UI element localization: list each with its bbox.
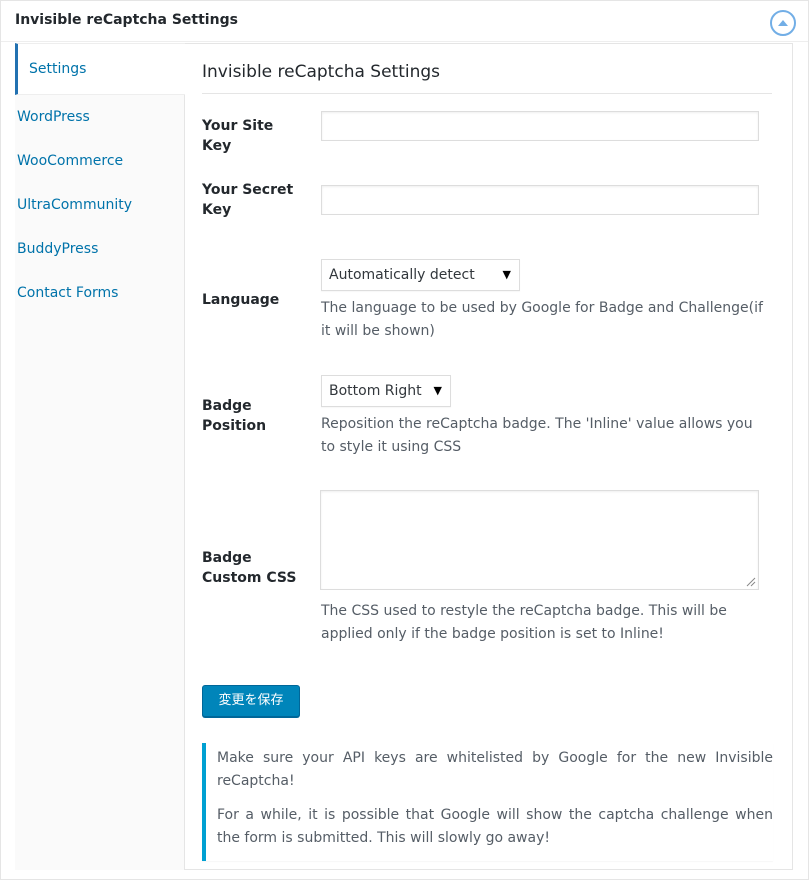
panel-title: Invisible reCaptcha Settings	[202, 62, 441, 82]
badge-position-select[interactable]: Bottom Right ▼	[321, 375, 451, 407]
resize-grip-icon[interactable]	[746, 577, 756, 587]
settings-panel: Invisible reCaptcha Settings Your Site K…	[185, 43, 793, 870]
badge-css-label: Badge Custom CSS	[202, 550, 297, 586]
secret-key-label: Your Secret Key	[202, 182, 294, 218]
tab-settings[interactable]: Settings	[15, 43, 185, 95]
site-key-label: Your Site Key	[202, 118, 274, 154]
tab-ultracommunity[interactable]: UltraCommunity	[15, 183, 184, 227]
notice-text-1: Make sure your API keys are whitelisted …	[217, 750, 773, 789]
language-description: The language to be used by Google for Ba…	[321, 300, 763, 339]
language-label: Language	[202, 292, 280, 308]
dropdown-arrow-icon: ▼	[433, 384, 442, 397]
api-keys-notice: Make sure your API keys are whitelisted …	[202, 743, 773, 861]
collapse-toggle-button[interactable]	[770, 10, 796, 36]
secret-key-input[interactable]	[321, 185, 759, 215]
chevron-up-icon	[778, 20, 788, 26]
language-selected-value: Automatically detect	[329, 267, 475, 283]
title-divider	[202, 93, 772, 94]
postbox-header: Invisible reCaptcha Settings	[1, 1, 808, 42]
postbox-title: Invisible reCaptcha Settings	[15, 12, 238, 28]
settings-tabs: Settings WordPress WooCommerce UltraComm…	[15, 43, 185, 870]
postbox-inside: Settings WordPress WooCommerce UltraComm…	[15, 43, 793, 870]
notice-text-2: For a while, it is possible that Google …	[217, 807, 773, 846]
badge-position-label: Badge Position	[202, 398, 267, 434]
tab-woocommerce[interactable]: WooCommerce	[15, 139, 184, 183]
dropdown-arrow-icon: ▼	[502, 268, 511, 281]
badge-position-selected-value: Bottom Right	[329, 383, 422, 399]
badge-position-description: Reposition the reCaptcha badge. The 'Inl…	[321, 416, 753, 455]
tab-buddypress[interactable]: BuddyPress	[15, 227, 184, 271]
save-changes-button[interactable]: 変更を保存	[202, 685, 300, 717]
language-select[interactable]: Automatically detect ▼	[321, 259, 520, 291]
settings-postbox: Invisible reCaptcha Settings Settings Wo…	[0, 0, 809, 880]
tab-contact-forms[interactable]: Contact Forms	[15, 271, 184, 315]
badge-css-textarea[interactable]	[320, 490, 759, 590]
site-key-input[interactable]	[321, 111, 759, 141]
tab-wordpress[interactable]: WordPress	[15, 95, 184, 139]
badge-css-description: The CSS used to restyle the reCaptcha ba…	[321, 603, 727, 642]
